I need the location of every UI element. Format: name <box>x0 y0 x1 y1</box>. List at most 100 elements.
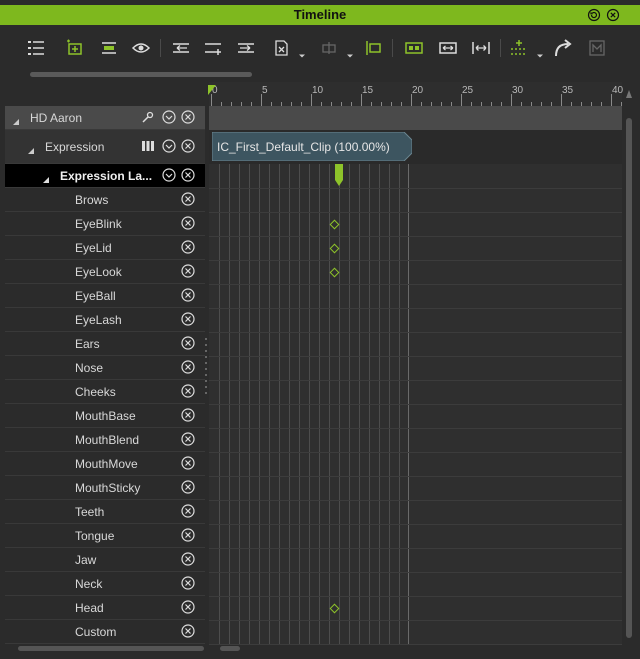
remove-icon[interactable] <box>181 600 195 614</box>
row-divider <box>209 236 622 237</box>
bars-icon[interactable] <box>141 139 155 153</box>
options-down-icon[interactable] <box>162 168 176 182</box>
track-row-expression-layer[interactable]: Expression La... <box>5 164 205 188</box>
track-row-head[interactable]: Head <box>5 596 205 620</box>
track-label-layer: Expression La... <box>60 169 153 183</box>
remove-icon[interactable] <box>181 360 195 374</box>
track-row-eyeblink[interactable]: EyeBlink <box>5 212 205 236</box>
remove-icon[interactable] <box>181 528 195 542</box>
remove-icon[interactable] <box>181 576 195 590</box>
chevron-down-icon[interactable] <box>346 47 354 58</box>
remove-icon[interactable] <box>181 312 195 326</box>
remove-icon[interactable] <box>181 216 195 230</box>
remove-icon[interactable] <box>181 240 195 254</box>
track-list-scrollbar[interactable] <box>18 646 204 651</box>
track-row-neck[interactable]: Neck <box>5 572 205 596</box>
clip-label: IC_First_Default_Clip (100.00%) <box>217 140 390 154</box>
expand-range-icon[interactable] <box>470 37 492 59</box>
row-divider <box>209 596 622 597</box>
ruler-label: 5 <box>262 85 268 96</box>
redirect-icon[interactable] <box>552 37 574 59</box>
remove-icon[interactable] <box>181 110 195 124</box>
refresh-icon[interactable] <box>587 8 601 22</box>
panel-splitter[interactable] <box>205 338 208 398</box>
track-row-eyelid[interactable]: EyeLid <box>5 236 205 260</box>
close-window-icon[interactable] <box>606 8 620 22</box>
fit-icon[interactable] <box>403 37 425 59</box>
toolbar-scrollbar[interactable] <box>30 72 252 77</box>
remove-icon[interactable] <box>181 384 195 398</box>
chevron-down-icon[interactable] <box>298 47 306 58</box>
track-row-expression[interactable]: Expression <box>5 130 205 164</box>
collapse-triangle-icon[interactable] <box>12 113 20 125</box>
collapse-track-icon[interactable] <box>98 37 120 59</box>
remove-icon[interactable] <box>181 552 195 566</box>
chevron-down-icon[interactable] <box>536 47 544 58</box>
track-row-eyeball[interactable]: EyeBall <box>5 284 205 308</box>
track-row-brows[interactable]: Brows <box>5 188 205 212</box>
clip-block[interactable]: IC_First_Default_Clip (100.00%) <box>212 132 412 161</box>
remove-icon[interactable] <box>181 432 195 446</box>
eye-toggle-icon[interactable] <box>130 37 152 59</box>
collapse-triangle-icon[interactable] <box>27 142 35 154</box>
track-row-mouthsticky[interactable]: MouthSticky <box>5 476 205 500</box>
track-row-nose[interactable]: Nose <box>5 356 205 380</box>
track-row-cheeks[interactable]: Cheeks <box>5 380 205 404</box>
track-row-hd-aaron[interactable]: HD Aaron <box>5 106 205 130</box>
track-label-expression: Expression <box>45 140 105 154</box>
track-label: Tongue <box>75 529 115 543</box>
track-label: Head <box>75 601 104 615</box>
track-row-ears[interactable]: Ears <box>5 332 205 356</box>
remove-icon[interactable] <box>181 336 195 350</box>
track-row-mouthblend[interactable]: MouthBlend <box>5 428 205 452</box>
row-divider <box>209 476 622 477</box>
row-divider <box>209 380 622 381</box>
remove-icon[interactable] <box>181 264 195 278</box>
track-row-mouthbase[interactable]: MouthBase <box>5 404 205 428</box>
ruler-label: 25 <box>462 85 474 96</box>
add-layer-icon[interactable] <box>508 37 530 59</box>
track-label: Teeth <box>75 505 105 519</box>
track-row-eyelash[interactable]: EyeLash <box>5 308 205 332</box>
remove-icon[interactable] <box>181 288 195 302</box>
pin-icon[interactable] <box>141 110 155 124</box>
track-row-eyelook[interactable]: EyeLook <box>5 260 205 284</box>
remove-icon[interactable] <box>181 480 195 494</box>
vertical-scrollbar[interactable] <box>626 90 632 645</box>
track-row-tongue[interactable]: Tongue <box>5 524 205 548</box>
options-down-icon[interactable] <box>162 110 176 124</box>
remove-icon[interactable] <box>181 504 195 518</box>
timeline-scrollbar[interactable] <box>220 646 240 651</box>
track-list-icon[interactable] <box>25 37 47 59</box>
ruler-label: 35 <box>562 85 574 96</box>
row-divider <box>209 212 622 213</box>
layer-key-marker[interactable] <box>335 164 343 186</box>
remove-icon[interactable] <box>181 168 195 182</box>
playhead-marker[interactable] <box>208 82 216 95</box>
delete-key-icon[interactable] <box>270 37 292 59</box>
track-row-custom[interactable]: Custom <box>5 620 205 644</box>
zoom-fit-icon[interactable] <box>437 37 459 59</box>
row-divider <box>209 548 622 549</box>
timeline-area[interactable]: IC_First_Default_Clip (100.00%) <box>209 106 622 645</box>
align-left-icon[interactable] <box>170 37 192 59</box>
row-divider <box>209 260 622 261</box>
track-row-jaw[interactable]: Jaw <box>5 548 205 572</box>
remove-icon[interactable] <box>181 408 195 422</box>
merge-icon-disabled <box>318 37 340 59</box>
insert-icon[interactable] <box>202 37 224 59</box>
remove-icon[interactable] <box>181 192 195 206</box>
options-down-icon[interactable] <box>162 139 176 153</box>
ruler-label: 30 <box>512 85 524 96</box>
add-key-icon[interactable] <box>64 37 86 59</box>
shift-right-icon[interactable] <box>235 37 257 59</box>
remove-icon[interactable] <box>181 624 195 638</box>
row-divider <box>209 356 622 357</box>
remove-icon[interactable] <box>181 456 195 470</box>
remove-icon[interactable] <box>181 139 195 153</box>
time-ruler[interactable]: 0 5 10 15 20 25 30 35 40 <box>209 82 623 107</box>
clip-range-icon[interactable] <box>362 37 384 59</box>
collapse-triangle-icon[interactable] <box>42 171 50 183</box>
track-row-mouthmove[interactable]: MouthMove <box>5 452 205 476</box>
track-row-teeth[interactable]: Teeth <box>5 500 205 524</box>
